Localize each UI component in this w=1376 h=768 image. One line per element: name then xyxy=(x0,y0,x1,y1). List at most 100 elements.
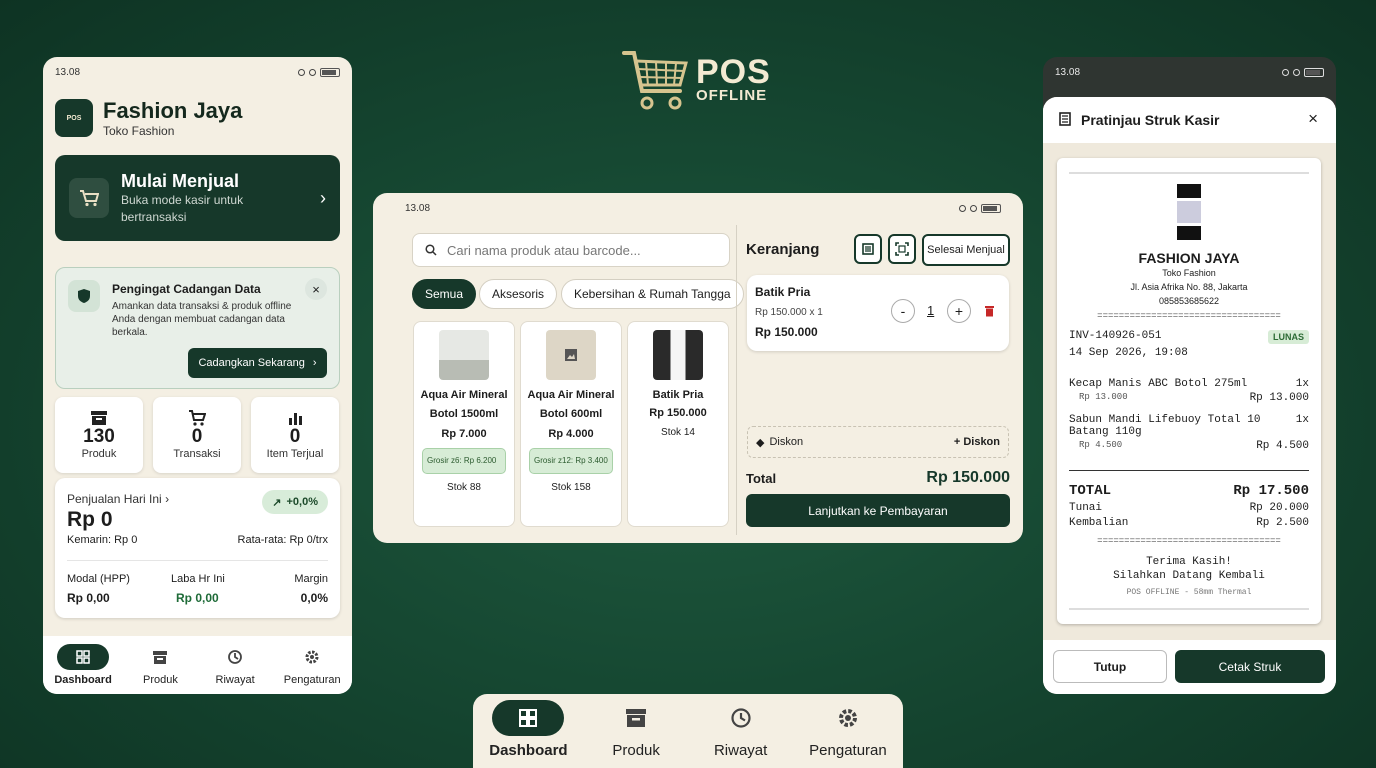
item-qty: 1x xyxy=(1295,378,1309,390)
nav-riwayat[interactable]: Riwayat xyxy=(209,644,261,686)
nav-label: Pengaturan xyxy=(809,742,887,759)
finish-selling-button[interactable]: Selesai Menjual xyxy=(922,234,1010,266)
stat-products[interactable]: 130 Produk xyxy=(55,397,143,473)
gear-icon xyxy=(837,707,859,729)
product-card[interactable]: Batik Pria Rp 150.000 Stok 14 xyxy=(627,321,729,527)
bottom-navigation: Dashboard Produk Riwayat Pengaturan xyxy=(43,636,352,694)
wholesale-badge: Grosir z6: Rp 6.200 xyxy=(422,448,506,474)
status-time: 13.08 xyxy=(405,202,431,214)
stat-items-sold[interactable]: 0 Item Terjual xyxy=(251,397,339,473)
qty-value[interactable]: 1 xyxy=(927,303,934,318)
image-placeholder-icon xyxy=(546,330,596,380)
dashboard-screen: 13.08 POS Fashion Jaya Toko Fashion Mula… xyxy=(43,57,352,694)
app-logo: POS xyxy=(55,99,93,137)
battery-icon xyxy=(981,203,1001,213)
cart-icon xyxy=(188,410,206,426)
backup-now-label: Cadangkan Sekarang xyxy=(198,357,305,369)
battery-icon xyxy=(1304,67,1324,77)
archive-icon xyxy=(90,410,108,426)
profit-label: Laba Hr Ini xyxy=(171,573,225,585)
chip-aksesoris[interactable]: Aksesoris xyxy=(479,279,558,309)
cart-item-subtotal: Rp 150.000 xyxy=(755,325,818,339)
chevron-right-icon: › xyxy=(312,357,317,369)
product-stock: Stok 88 xyxy=(447,482,481,493)
nav-dashboard[interactable]: Dashboard xyxy=(54,644,112,686)
continue-payment-button[interactable]: Lanjutkan ke Pembayaran xyxy=(746,494,1010,527)
nav-label: Produk xyxy=(143,674,178,686)
receipt-icon[interactable] xyxy=(854,234,882,264)
receipt-preview-sheet: Pratinjau Struk Kasir × FASHION JAYA Tok… xyxy=(1043,97,1336,694)
nav-riwayat[interactable]: Riwayat xyxy=(705,700,777,768)
alarm-icon xyxy=(959,204,966,212)
total-label: TOTAL xyxy=(1069,483,1112,499)
trash-icon[interactable] xyxy=(984,305,995,317)
sales-today-label: Penjualan Hari Ini › xyxy=(67,492,170,506)
chip-semua[interactable]: Semua xyxy=(412,279,477,309)
item-name: Kecap Manis ABC Botol 275ml xyxy=(1069,378,1248,390)
nav-pengaturan[interactable]: Pengaturan xyxy=(284,644,341,686)
nav-dashboard[interactable]: Dashboard xyxy=(489,700,568,768)
start-selling-title: Mulai Menjual xyxy=(121,170,240,191)
app-header: POS Fashion Jaya Toko Fashion xyxy=(55,98,242,138)
backup-reminder-card: Pengingat Cadangan Data Amankan data tra… xyxy=(55,267,340,389)
chevron-right-icon: › xyxy=(320,187,326,208)
stat-value: 130 xyxy=(83,426,115,447)
nav-produk[interactable]: Produk xyxy=(600,700,672,768)
cash-value: Rp 20.000 xyxy=(1249,502,1309,514)
sales-today-card[interactable]: Penjualan Hari Ini › Rp 0 ↗ +0,0% Kemarin… xyxy=(55,478,340,618)
start-selling-desc: Buka mode kasir untuk bertransaksi xyxy=(121,192,244,224)
grid-icon xyxy=(518,708,538,728)
cart-item-detail: Rp 150.000 x 1 xyxy=(755,307,823,318)
receipt-date: 14 Sep 2026, 19:08 xyxy=(1069,347,1188,359)
close-button[interactable]: Tutup xyxy=(1053,650,1167,683)
nav-label: Riwayat xyxy=(713,742,768,759)
total-value: Rp 150.000 xyxy=(926,469,1010,486)
profit-value: Rp 0,00 xyxy=(176,591,219,605)
chip-kebersihan[interactable]: Kebersihan & Rumah Tangga xyxy=(561,279,744,309)
item-total: Rp 13.000 xyxy=(1249,392,1309,404)
backup-desc: Amankan data transaksi & produk offline … xyxy=(112,301,292,338)
nav-pengaturan[interactable]: Pengaturan xyxy=(809,700,887,768)
increase-qty-button[interactable]: + xyxy=(947,299,971,323)
close-icon[interactable]: × xyxy=(305,278,327,300)
paid-badge: LUNAS xyxy=(1268,330,1309,344)
stat-value: 0 xyxy=(191,426,203,447)
qr-scan-icon[interactable] xyxy=(888,234,916,264)
product-card[interactable]: Aqua Air Mineral Botol 1500ml Rp 7.000 G… xyxy=(413,321,515,527)
close-icon[interactable]: × xyxy=(1308,109,1318,129)
item-unit-price: Rp 4.500 xyxy=(1079,440,1123,450)
backup-now-button[interactable]: Cadangkan Sekarang › xyxy=(188,348,327,378)
alarm-icon xyxy=(1282,68,1289,76)
nav-label: Dashboard xyxy=(54,674,112,686)
bottom-navigation-large: Dashboard Produk Riwayat Pengaturan xyxy=(473,694,903,768)
status-bar: 13.08 xyxy=(393,193,1013,223)
sales-today-value: Rp 0 xyxy=(67,508,113,531)
add-discount-button[interactable]: + Diskon xyxy=(954,436,1000,448)
product-search[interactable]: Cari nama produk atau barcode... xyxy=(412,233,730,267)
stat-label: Transaksi xyxy=(173,448,221,460)
shopping-cart-icon xyxy=(622,47,690,113)
discount-row[interactable]: ◆ Diskon + Diskon xyxy=(747,426,1009,458)
search-placeholder: Cari nama produk atau barcode... xyxy=(447,242,641,258)
status-bar: 13.08 xyxy=(43,57,352,87)
stat-transactions[interactable]: 0 Transaksi xyxy=(153,397,241,473)
cart-title: Keranjang xyxy=(746,241,820,258)
nav-produk[interactable]: Produk xyxy=(134,644,186,686)
product-price: Rp 4.000 xyxy=(548,428,594,440)
archive-icon xyxy=(152,650,168,665)
receipt-screen: 13.08 Pratinjau Struk Kasir × FASHION JA… xyxy=(1043,57,1336,694)
divider xyxy=(1069,470,1309,471)
product-stock: Stok 14 xyxy=(661,427,695,438)
print-receipt-button[interactable]: Cetak Struk xyxy=(1175,650,1325,683)
receipt-divider: ================================== xyxy=(1097,311,1281,321)
divider xyxy=(67,560,328,561)
wifi-icon xyxy=(970,204,977,212)
come-again-text: Silahkan Datang Kembali xyxy=(1113,570,1265,582)
product-price: Rp 7.000 xyxy=(441,428,487,440)
product-card[interactable]: Aqua Air Mineral Botol 600ml Rp 4.000 Gr… xyxy=(520,321,622,527)
product-stock: Stok 158 xyxy=(551,482,591,493)
decrease-qty-button[interactable]: - xyxy=(891,299,915,323)
receipt-phone: 085853685622 xyxy=(1158,296,1220,306)
nav-label: Produk xyxy=(612,742,660,759)
start-selling-card[interactable]: Mulai Menjual Buka mode kasir untuk bert… xyxy=(55,155,340,241)
